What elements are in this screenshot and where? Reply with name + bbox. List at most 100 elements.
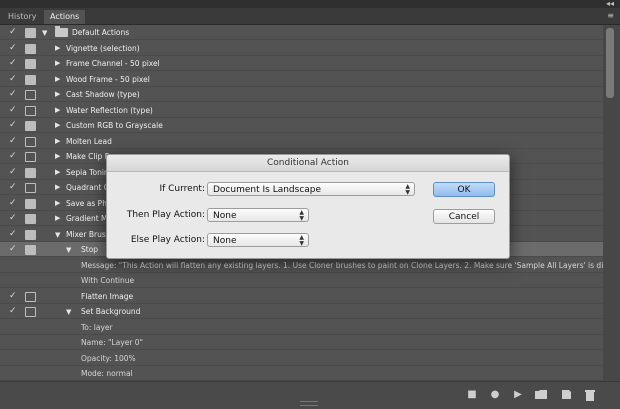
toggle-item-checkmark-icon[interactable]: ✓ <box>9 136 17 146</box>
stop-playing-icon[interactable]: ■ <box>466 389 478 401</box>
toggle-dialog-icon[interactable] <box>25 214 36 224</box>
action-row[interactable]: Message: "This Action will flatten any e… <box>0 258 620 273</box>
select-arrows-icon: ▲ ▼ <box>405 183 410 196</box>
collapsed-right-triangle-icon[interactable]: ▶ <box>55 167 60 177</box>
collapse-panel-icon[interactable]: ◂◂ <box>606 0 614 8</box>
panel-menu-icon[interactable]: ≡ <box>607 11 614 20</box>
action-row[interactable]: ✓ ▶ Molten Lead <box>0 134 603 149</box>
toggle-dialog-icon[interactable] <box>25 307 36 317</box>
action-row[interactable]: ✓ Flatten Image <box>0 289 603 304</box>
tab-actions[interactable]: Actions <box>44 10 86 24</box>
collapsed-right-triangle-icon[interactable]: ▶ <box>55 74 60 84</box>
toggle-item-checkmark-icon[interactable]: ✓ <box>9 151 17 161</box>
if-current-select[interactable]: Document Is Landscape ▲ ▼ <box>207 182 415 196</box>
action-row[interactable]: ✓ ▶ Vignette (selection) <box>0 41 603 56</box>
toggle-item-checkmark-icon[interactable]: ✓ <box>9 58 17 68</box>
action-row[interactable]: Mode: normal <box>0 366 603 381</box>
select-arrows-icon: ▲ ▼ <box>299 234 304 247</box>
collapsed-right-triangle-icon[interactable]: ▶ <box>55 58 60 68</box>
resize-grip[interactable] <box>300 401 318 406</box>
expand-down-triangle-icon[interactable]: ▼ <box>42 28 47 38</box>
toggle-item-checkmark-icon[interactable]: ✓ <box>9 291 17 301</box>
toggle-item-checkmark-icon[interactable]: ✓ <box>9 89 17 99</box>
toggle-dialog-icon[interactable] <box>25 74 36 85</box>
toggle-item-checkmark-icon[interactable]: ✓ <box>9 182 17 192</box>
action-label: Frame Channel - 50 pixel <box>66 59 160 68</box>
toggle-dialog-icon[interactable] <box>25 28 36 38</box>
toggle-item-checkmark-icon[interactable]: ✓ <box>9 105 17 115</box>
toggle-dialog-icon[interactable] <box>25 121 36 131</box>
action-row[interactable]: To: layer <box>0 320 603 335</box>
ok-button[interactable]: OK <box>433 182 495 197</box>
toggle-dialog-icon[interactable] <box>25 152 36 162</box>
toggle-item-checkmark-icon[interactable]: ✓ <box>9 306 17 316</box>
play-icon[interactable]: ▶ <box>512 389 524 401</box>
toggle-dialog-icon[interactable] <box>25 229 36 240</box>
tab-bar: History Actions ≡ <box>0 8 620 25</box>
toggle-dialog-icon[interactable] <box>25 59 36 69</box>
then-play-action-label: Then Play Action: <box>126 210 205 220</box>
action-label: With Continue <box>81 276 135 285</box>
action-row[interactable]: ✓ ▼ Default Actions <box>0 25 603 40</box>
action-label: Quadrant C <box>66 183 110 192</box>
expand-down-triangle-icon[interactable]: ▼ <box>55 230 60 240</box>
toggle-dialog-icon[interactable] <box>25 43 36 54</box>
toggle-item-checkmark-icon[interactable]: ✓ <box>9 167 17 177</box>
action-label: Mixer Brus <box>66 229 106 239</box>
toggle-dialog-icon[interactable] <box>25 136 36 147</box>
action-row[interactable]: Name: "Layer 0" <box>0 335 603 350</box>
collapsed-right-triangle-icon[interactable]: ▶ <box>55 213 60 223</box>
toggle-item-checkmark-icon[interactable]: ✓ <box>9 120 17 130</box>
cancel-button[interactable]: Cancel <box>433 209 495 224</box>
action-label: Vignette (selection) <box>66 43 140 53</box>
action-label: Flatten Image <box>81 291 134 301</box>
else-play-action-value: None <box>213 236 237 246</box>
action-row[interactable]: ✓ ▶ Custom RGB to Grayscale <box>0 118 603 133</box>
toggle-item-checkmark-icon[interactable]: ✓ <box>9 229 17 239</box>
tab-history[interactable]: History <box>2 10 42 24</box>
toggle-dialog-icon[interactable] <box>25 245 36 255</box>
toggle-dialog-icon[interactable] <box>25 105 36 116</box>
collapsed-right-triangle-icon[interactable]: ▶ <box>55 182 60 192</box>
toggle-dialog-icon[interactable] <box>25 183 36 193</box>
toggle-item-checkmark-icon[interactable]: ✓ <box>9 43 17 53</box>
action-row[interactable]: ✓ ▶ Water Reflection (type) <box>0 103 603 118</box>
collapsed-right-triangle-icon[interactable]: ▶ <box>55 105 60 115</box>
new-action-icon[interactable] <box>560 389 572 401</box>
conditional-action-dialog: Conditional Action If Current: Document … <box>106 154 510 259</box>
expand-down-triangle-icon[interactable]: ▼ <box>66 307 71 317</box>
collapsed-right-triangle-icon[interactable]: ▶ <box>55 120 60 130</box>
scrollbar-thumb[interactable] <box>606 28 614 98</box>
collapsed-right-triangle-icon[interactable]: ▶ <box>55 136 60 146</box>
toggle-item-checkmark-icon[interactable]: ✓ <box>9 27 17 37</box>
action-row[interactable]: With Continue <box>0 273 603 288</box>
action-label: Opacity: 100% <box>81 353 136 363</box>
delete-trash-icon[interactable] <box>584 389 596 401</box>
then-play-action-select[interactable]: None ▲ ▼ <box>207 208 309 222</box>
toggle-dialog-icon[interactable] <box>25 167 36 178</box>
if-current-value: Document Is Landscape <box>213 185 322 195</box>
action-row[interactable]: ✓ ▶ Cast Shadow (type) <box>0 87 603 102</box>
toggle-item-checkmark-icon[interactable]: ✓ <box>9 213 17 223</box>
new-set-folder-icon[interactable] <box>535 389 547 401</box>
record-icon[interactable]: ● <box>489 389 501 401</box>
action-row[interactable]: Opacity: 100% <box>0 351 603 366</box>
toggle-item-checkmark-icon[interactable]: ✓ <box>9 74 17 84</box>
toggle-dialog-icon[interactable] <box>25 90 36 100</box>
action-label: Water Reflection (type) <box>66 105 153 115</box>
else-play-action-select[interactable]: None ▲ ▼ <box>207 233 309 247</box>
toggle-item-checkmark-icon[interactable]: ✓ <box>9 244 17 254</box>
toggle-dialog-icon[interactable] <box>25 198 36 209</box>
collapsed-right-triangle-icon[interactable]: ▶ <box>55 89 60 99</box>
action-row[interactable]: ✓ ▼ Set Background <box>0 304 603 319</box>
collapsed-right-triangle-icon[interactable]: ▶ <box>55 43 60 53</box>
toggle-item-checkmark-icon[interactable]: ✓ <box>9 198 17 208</box>
collapsed-right-triangle-icon[interactable]: ▶ <box>55 151 60 161</box>
action-label: Wood Frame - 50 pixel <box>66 74 150 84</box>
collapsed-right-triangle-icon[interactable]: ▶ <box>55 198 60 208</box>
action-row[interactable]: ✓ ▶ Frame Channel - 50 pixel <box>0 56 603 71</box>
action-label: Molten Lead <box>66 136 112 146</box>
expand-down-triangle-icon[interactable]: ▼ <box>66 245 71 255</box>
toggle-dialog-icon[interactable] <box>25 291 36 302</box>
action-row[interactable]: ✓ ▶ Wood Frame - 50 pixel <box>0 72 603 87</box>
